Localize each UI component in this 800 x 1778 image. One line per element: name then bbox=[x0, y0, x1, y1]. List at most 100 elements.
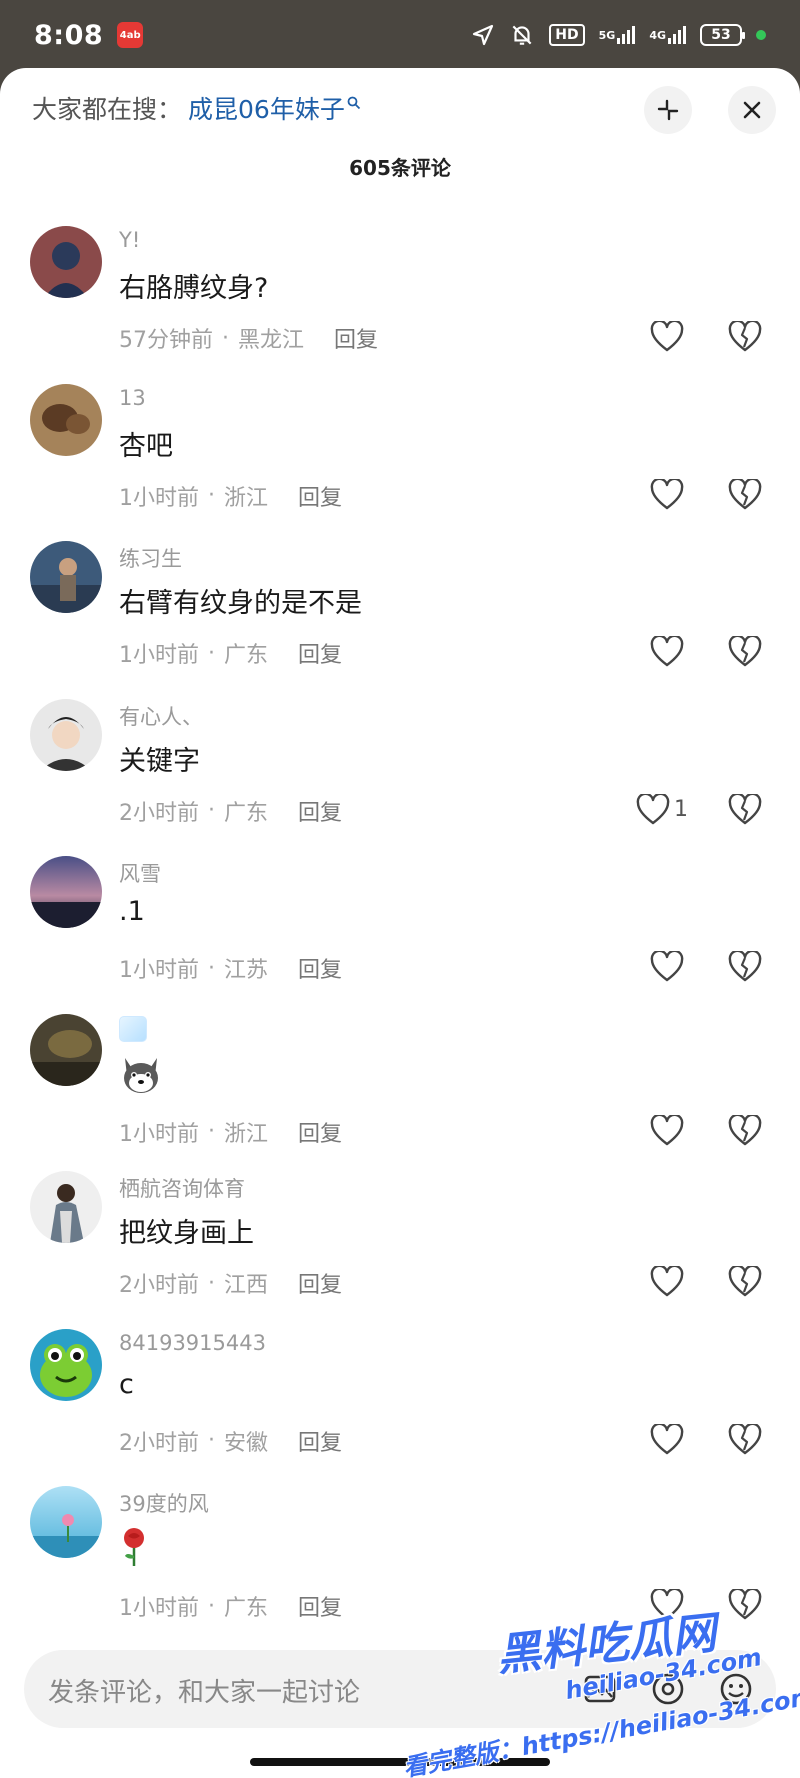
heart-icon bbox=[650, 636, 684, 667]
reply-button[interactable]: 回复 bbox=[298, 795, 342, 827]
comment-location: 广东 bbox=[224, 1596, 269, 1621]
comment-username[interactable]: 风雪 bbox=[119, 858, 161, 888]
comment-username[interactable]: 练习生 bbox=[119, 543, 182, 573]
comment-list: Y! 右胳膊纹身? 57分钟前·黑龙江 回复 13 杏吧 1小时前·浙江 bbox=[0, 226, 800, 1644]
comment-text: c bbox=[119, 1368, 134, 1400]
broken-heart-icon bbox=[728, 636, 762, 667]
comment-username[interactable]: 39度的风 bbox=[119, 1488, 209, 1518]
rose-icon bbox=[119, 1528, 149, 1576]
comment-time: 1小时前 bbox=[119, 643, 199, 668]
search-term-text: 成昆06年妹子 bbox=[188, 95, 345, 124]
comment-item: 栖航咨询体育 把纹身画上 2小时前 · 江西 回复 bbox=[0, 1171, 800, 1329]
comment-username[interactable]: 13 bbox=[119, 386, 146, 410]
reply-button[interactable]: 回复 bbox=[298, 1590, 342, 1622]
comment-time: 1小时前 bbox=[119, 1121, 199, 1147]
avatar[interactable] bbox=[30, 1328, 102, 1401]
comment-location: 黑龙江 bbox=[238, 328, 305, 353]
comment-location: 江西 bbox=[224, 1273, 269, 1298]
comment-text: 右胳膊纹身? bbox=[119, 273, 269, 304]
comment-item: 风雪 .1 1小时前 · 江苏 回复 bbox=[0, 856, 800, 1014]
avatar[interactable] bbox=[30, 541, 102, 613]
avatar[interactable] bbox=[30, 383, 102, 456]
heart-icon bbox=[650, 1266, 684, 1297]
broken-heart-icon bbox=[728, 1589, 762, 1620]
dislike-button[interactable] bbox=[728, 792, 764, 828]
status-bar-right: HD 5G 4G 53 bbox=[471, 22, 766, 48]
dislike-button[interactable] bbox=[728, 1422, 764, 1458]
collapse-button[interactable] bbox=[644, 86, 692, 134]
comment-username[interactable] bbox=[119, 1015, 147, 1047]
hd-badge: HD bbox=[549, 24, 585, 46]
broken-heart-icon bbox=[728, 1266, 762, 1297]
heart-icon bbox=[650, 1114, 684, 1145]
like-button[interactable] bbox=[650, 1113, 688, 1149]
broken-heart-icon bbox=[728, 951, 762, 982]
comment-location: 浙江 bbox=[224, 485, 269, 511]
reply-button[interactable]: 回复 bbox=[334, 322, 378, 354]
like-button[interactable]: 1 bbox=[636, 792, 688, 828]
comment-username[interactable]: Y! bbox=[119, 228, 140, 252]
comment-item: 练习生 右臂有纹身的是不是 1小时前 · 广东 回复 bbox=[0, 541, 800, 699]
comment-username[interactable]: 栖航咨询体育 bbox=[119, 1173, 245, 1203]
comment-username[interactable]: 84193915443 bbox=[119, 1331, 266, 1355]
reply-button[interactable]: 回复 bbox=[298, 480, 342, 512]
signal-5g-icon: 5G bbox=[599, 26, 636, 44]
like-button[interactable] bbox=[650, 1422, 688, 1458]
comment-meta: 2小时前 · 广东 回复 bbox=[119, 795, 342, 827]
dislike-button[interactable] bbox=[728, 477, 764, 513]
search-term-link[interactable]: 成昆06年妹子 bbox=[188, 90, 361, 126]
collapse-icon bbox=[657, 99, 679, 121]
status-time: 8:08 bbox=[34, 19, 104, 51]
comment-text: 关键字 bbox=[119, 745, 200, 777]
sheet-header: 大家都在搜： 成昆06年妹子 605条评论 bbox=[0, 68, 800, 188]
reply-button[interactable]: 回复 bbox=[298, 1116, 342, 1148]
reply-button[interactable]: 回复 bbox=[298, 952, 342, 984]
husky-sticker-icon bbox=[119, 1057, 163, 1103]
comment-time: 2小时前 bbox=[119, 1430, 199, 1456]
heart-icon bbox=[650, 478, 684, 509]
like-button[interactable] bbox=[650, 477, 688, 513]
like-button[interactable] bbox=[650, 319, 688, 355]
avatar[interactable] bbox=[30, 1486, 102, 1558]
dislike-button[interactable] bbox=[728, 634, 764, 670]
close-icon bbox=[743, 101, 761, 119]
avatar[interactable] bbox=[30, 698, 102, 771]
avatar[interactable] bbox=[30, 856, 102, 928]
ice-cube-icon bbox=[119, 1015, 147, 1042]
dislike-button[interactable] bbox=[728, 1113, 764, 1149]
like-button[interactable] bbox=[650, 949, 688, 985]
reply-button[interactable]: 回复 bbox=[298, 637, 342, 669]
dislike-button[interactable] bbox=[728, 1587, 764, 1623]
avatar[interactable] bbox=[30, 226, 102, 298]
comment-text bbox=[119, 1526, 149, 1576]
dislike-button[interactable] bbox=[728, 949, 764, 985]
comment-sheet: 大家都在搜： 成昆06年妹子 605条评论 Y! 右胳膊纹身? 57分钟前· bbox=[0, 68, 800, 1778]
comment-username[interactable]: 有心人、 bbox=[119, 701, 203, 731]
close-button[interactable] bbox=[728, 86, 776, 134]
dislike-button[interactable] bbox=[728, 1264, 764, 1300]
heart-icon bbox=[650, 1423, 684, 1454]
avatar[interactable] bbox=[30, 1013, 102, 1086]
reply-button[interactable]: 回复 bbox=[298, 1425, 342, 1457]
comment-item: Y! 右胳膊纹身? 57分钟前 · 黑龙江 回复 bbox=[0, 226, 800, 384]
net-5g-label: 5G bbox=[598, 28, 616, 42]
comment-location: 江苏 bbox=[224, 958, 269, 983]
search-suggestion[interactable]: 大家都在搜： 成昆06年妹子 bbox=[32, 90, 361, 126]
privacy-dot bbox=[756, 30, 766, 40]
comment-meta: 2小时前 · 江西 回复 bbox=[119, 1267, 342, 1299]
reply-button[interactable]: 回复 bbox=[298, 1267, 342, 1299]
like-button[interactable] bbox=[650, 634, 688, 670]
comment-text: 杏吧 bbox=[119, 430, 173, 462]
comment-text bbox=[119, 1054, 163, 1103]
app-notification-icon: 4ab bbox=[117, 22, 144, 48]
comment-time: 2小时前 bbox=[119, 800, 199, 826]
comment-time: 1小时前 bbox=[119, 485, 199, 511]
comment-time: 2小时前 bbox=[119, 1273, 199, 1298]
avatar[interactable] bbox=[30, 1171, 102, 1243]
comment-item: 1小时前 · 浙江 回复 bbox=[0, 1013, 800, 1172]
broken-heart-icon bbox=[728, 793, 762, 824]
dislike-button[interactable] bbox=[728, 319, 764, 355]
like-count: 1 bbox=[674, 797, 688, 822]
like-button[interactable] bbox=[650, 1264, 688, 1300]
broken-heart-icon bbox=[728, 478, 762, 509]
